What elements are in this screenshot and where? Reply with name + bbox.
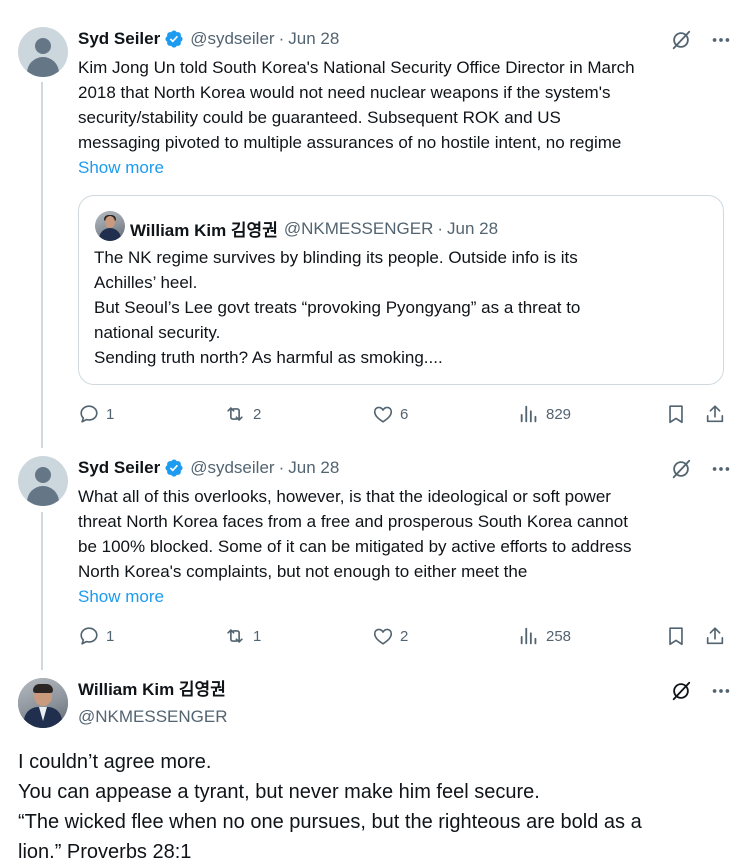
tweet-text: Kim Jong Un told South Korea's National … bbox=[78, 55, 718, 155]
reply-icon bbox=[80, 405, 98, 423]
main-tweet-text-line: I couldn’t agree more. bbox=[18, 751, 212, 773]
main-tweet-header: William Kim 김영권 @NKMESSENGER bbox=[78, 680, 228, 727]
bookmark-icon bbox=[669, 627, 683, 646]
dot-separator: · bbox=[278, 458, 285, 477]
author-name[interactable]: William Kim 김영권 bbox=[78, 680, 228, 700]
bookmark-button[interactable] bbox=[665, 625, 687, 647]
grok-icon[interactable] bbox=[670, 680, 692, 702]
quote-text: The NK regime survives by blinding its p… bbox=[94, 245, 704, 370]
retweet-button[interactable]: 1 bbox=[223, 625, 261, 647]
tweet-text-line: 2018 that North Korea would not need nuc… bbox=[78, 83, 611, 102]
tweet-actions: 1 2 6 829 bbox=[0, 403, 746, 427]
tweet-text-line: be 100% blocked. Some of it can be mitig… bbox=[78, 537, 632, 556]
dot-separator: · bbox=[437, 218, 444, 238]
tweet-text-line: threat North Korea faces from a free and… bbox=[78, 512, 628, 531]
like-button[interactable]: 2 bbox=[372, 625, 408, 647]
views-button[interactable]: 258 bbox=[518, 625, 571, 647]
quote-text-line: But Seoul’s Lee govt treats “provoking P… bbox=[94, 298, 581, 317]
views-button[interactable]: 829 bbox=[518, 403, 571, 425]
views-icon bbox=[520, 627, 537, 645]
tweet-text-line: messaging pivoted to multiple assurances… bbox=[78, 133, 622, 152]
reply-count: 1 bbox=[106, 627, 115, 645]
main-tweet-text-line: You can appease a tyrant, but never make… bbox=[18, 781, 540, 803]
main-tweet-text: I couldn’t agree more. You can appease a… bbox=[18, 747, 728, 867]
quote-text-line: The NK regime survives by blinding its p… bbox=[94, 248, 578, 267]
share-button[interactable] bbox=[704, 403, 726, 425]
share-icon bbox=[706, 627, 724, 645]
bookmark-button[interactable] bbox=[665, 403, 687, 425]
quote-author-handle: @NKMESSENGER bbox=[283, 218, 434, 238]
tweet-header: Syd Seiler @sydseiler · Jun 28 bbox=[78, 458, 339, 478]
tweet-actions: 1 1 2 258 bbox=[0, 625, 746, 649]
author-handle[interactable]: @sydseiler bbox=[190, 458, 274, 478]
avatar[interactable] bbox=[18, 27, 68, 77]
tweet-top-icons bbox=[670, 680, 732, 702]
quoted-tweet[interactable]: William Kim 김영권 @NKMESSENGER · Jun 28 Th… bbox=[78, 195, 724, 385]
tweet-text-line: security/stability could be guaranteed. … bbox=[78, 108, 561, 127]
show-more-link[interactable]: Show more bbox=[78, 584, 164, 609]
tweet-top-icons bbox=[670, 29, 732, 51]
author-handle[interactable]: @sydseiler bbox=[190, 29, 274, 49]
quote-avatar bbox=[95, 211, 125, 241]
retweet-count: 2 bbox=[253, 405, 262, 423]
grok-icon[interactable] bbox=[670, 29, 692, 51]
author-handle[interactable]: @NKMESSENGER bbox=[78, 707, 228, 727]
more-icon[interactable] bbox=[710, 680, 732, 702]
main-tweet-text-line: “The wicked flee when no one pursues, bu… bbox=[18, 811, 642, 833]
quote-text-line: Sending truth north? As harmful as smoki… bbox=[94, 348, 443, 367]
verified-badge-icon bbox=[165, 30, 183, 48]
views-count: 829 bbox=[546, 405, 572, 423]
tweet-header: Syd Seiler @sydseiler · Jun 28 bbox=[78, 29, 339, 49]
author-name[interactable]: Syd Seiler bbox=[78, 458, 160, 478]
author-name[interactable]: Syd Seiler bbox=[78, 29, 160, 49]
views-icon bbox=[520, 405, 537, 423]
tweet-top-icons bbox=[670, 458, 732, 480]
reply-icon bbox=[80, 627, 98, 645]
reply-button[interactable]: 1 bbox=[78, 625, 114, 647]
tweet-text-line: What all of this overlooks, however, is … bbox=[78, 487, 611, 506]
tweet-text: What all of this overlooks, however, is … bbox=[78, 484, 728, 584]
more-icon[interactable] bbox=[710, 458, 732, 480]
tweet-date[interactable]: Jun 28 bbox=[288, 458, 339, 478]
avatar[interactable] bbox=[18, 678, 68, 728]
quote-date: Jun 28 bbox=[447, 218, 499, 238]
quote-text-line: Achilles’ heel. bbox=[94, 273, 198, 292]
like-icon bbox=[373, 628, 393, 645]
thread-line bbox=[41, 82, 43, 448]
like-icon bbox=[373, 406, 393, 423]
reply-count: 1 bbox=[106, 405, 115, 423]
avatar[interactable] bbox=[18, 456, 68, 506]
retweet-button[interactable]: 2 bbox=[223, 403, 261, 425]
share-icon bbox=[706, 405, 724, 423]
show-more-link[interactable]: Show more bbox=[78, 155, 164, 180]
quote-author-name: William Kim 김영권 bbox=[130, 221, 278, 240]
bookmark-icon bbox=[669, 405, 683, 424]
retweet-icon bbox=[227, 407, 243, 421]
like-button[interactable]: 6 bbox=[372, 403, 408, 425]
tweet-text-line: Kim Jong Un told South Korea's National … bbox=[78, 58, 635, 77]
dot-separator: · bbox=[278, 29, 285, 48]
quote-text-line: national security. bbox=[94, 323, 221, 342]
retweet-icon bbox=[227, 629, 243, 643]
main-tweet-text-line: lion.” Proverbs 28:1 bbox=[18, 841, 192, 863]
views-count: 258 bbox=[546, 627, 572, 645]
verified-badge-icon bbox=[165, 459, 183, 477]
quote-header: William Kim 김영권 @NKMESSENGER · Jun 28 bbox=[130, 216, 498, 241]
tweet-date[interactable]: Jun 28 bbox=[288, 29, 339, 49]
like-count: 6 bbox=[400, 405, 409, 423]
share-button[interactable] bbox=[704, 625, 726, 647]
like-count: 2 bbox=[400, 627, 409, 645]
more-icon[interactable] bbox=[710, 29, 732, 51]
tweet-text-line: North Korea's complaints, but not enough… bbox=[78, 562, 528, 581]
reply-button[interactable]: 1 bbox=[78, 403, 114, 425]
grok-icon[interactable] bbox=[670, 458, 692, 480]
retweet-count: 1 bbox=[253, 627, 262, 645]
